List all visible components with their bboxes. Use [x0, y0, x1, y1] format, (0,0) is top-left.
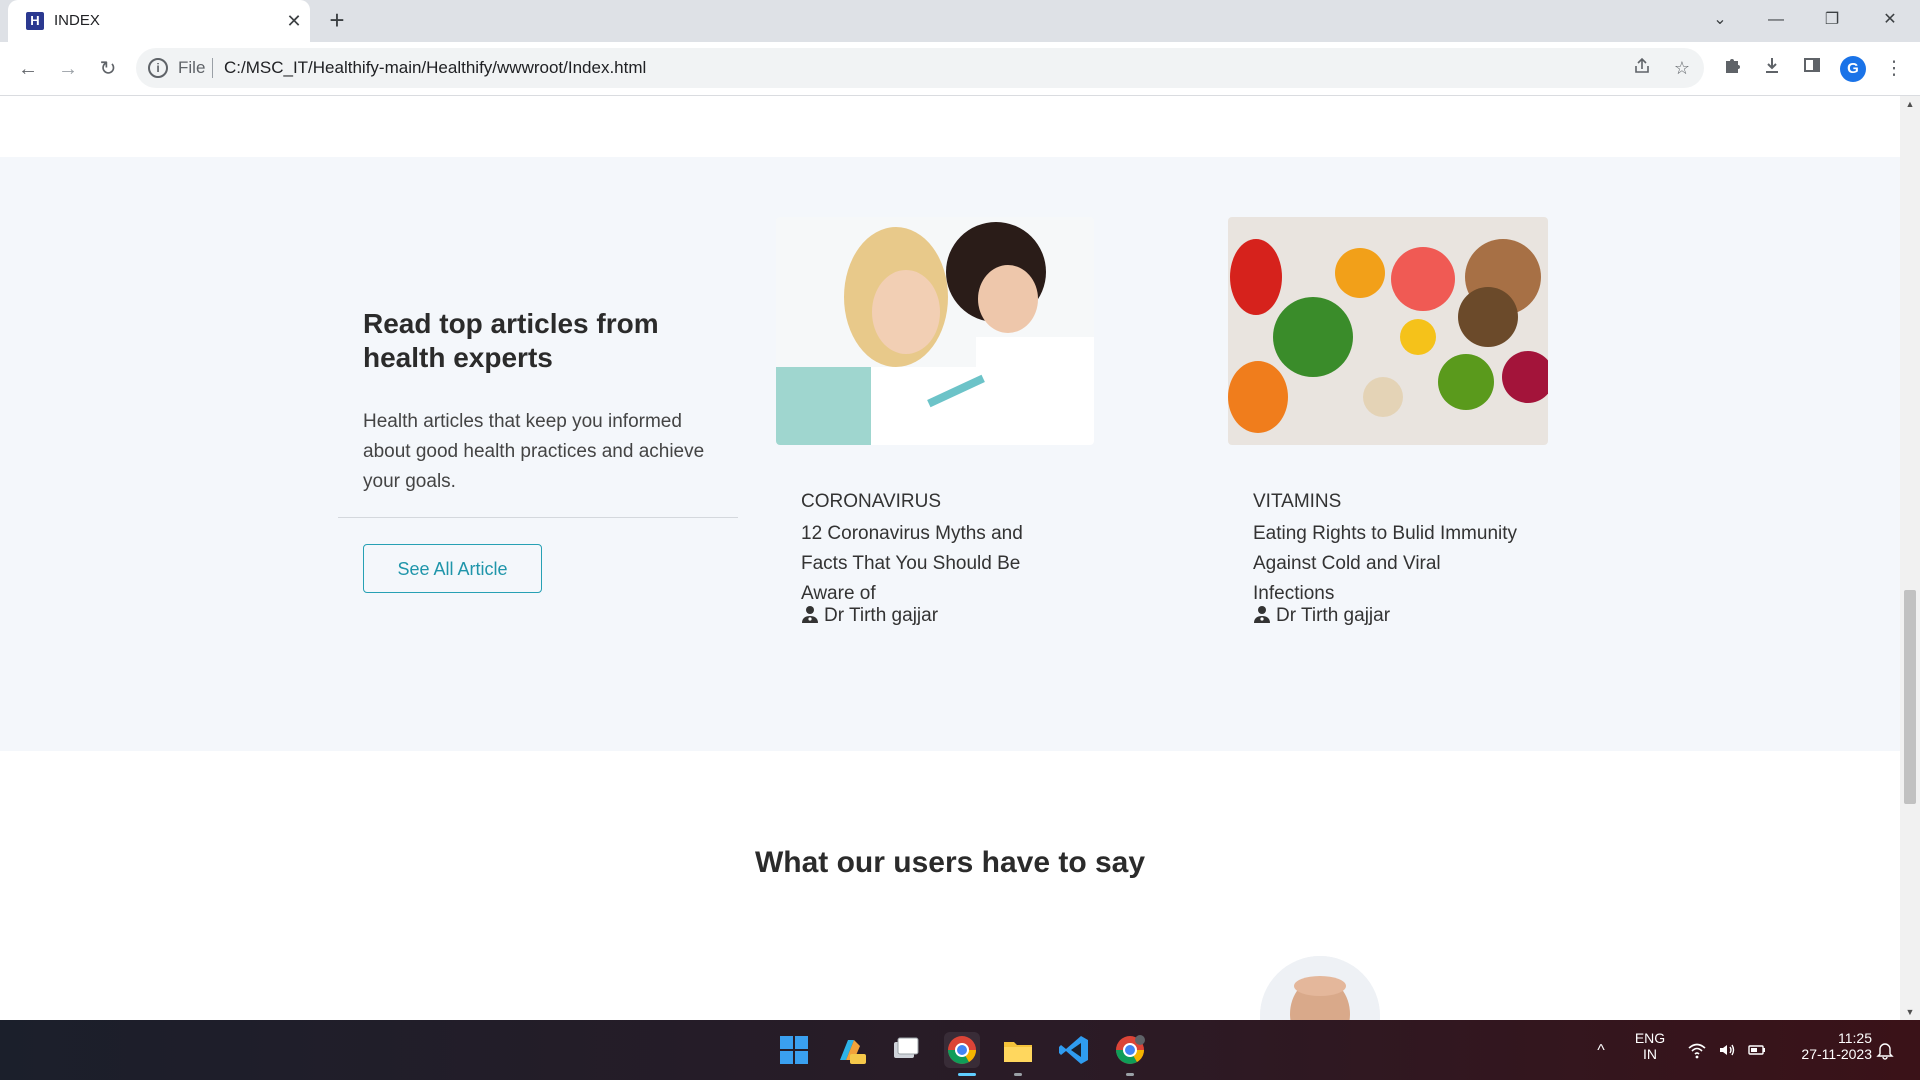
page-viewport: Read top articles from health experts He… [0, 96, 1900, 1020]
download-icon[interactable] [1758, 55, 1786, 83]
clock[interactable]: 11:25 27-11-2023 [1782, 1030, 1872, 1062]
browser-tab[interactable]: H INDEX ✕ [8, 0, 310, 42]
article-author: Dr Tirth gajjar [1253, 605, 1390, 627]
articles-heading: Read top articles from health experts [363, 308, 659, 373]
article-image-coronavirus[interactable] [776, 217, 1094, 445]
tab-close-icon[interactable]: ✕ [282, 9, 306, 33]
article-category: VITAMINS [1253, 491, 1342, 512]
reload-icon[interactable]: ↻ [94, 55, 122, 83]
site-favicon-icon: H [26, 12, 44, 30]
browser-tab-strip: H INDEX ✕ + ⌄ — ❐ ✕ [0, 0, 1920, 42]
article-category: CORONAVIRUS [801, 491, 942, 512]
language-code: ENG [1634, 1030, 1666, 1046]
task-view-icon[interactable] [888, 1032, 924, 1068]
minimize-button[interactable]: — [1756, 2, 1796, 38]
chrome-canary-icon[interactable] [1112, 1032, 1148, 1068]
battery-icon[interactable] [1746, 1040, 1768, 1062]
windows-taskbar: ^ ENG IN 11:25 27-11-2023 [0, 1020, 1920, 1080]
more-menu-icon[interactable]: ⋮ [1880, 55, 1908, 83]
article-author: Dr Tirth gajjar [801, 605, 938, 627]
windows-start-icon[interactable] [776, 1032, 812, 1068]
scroll-down-arrow-icon[interactable]: ▼ [1900, 1004, 1920, 1020]
testimonials-heading: What our users have to say [754, 846, 1146, 879]
active-app-indicator [958, 1073, 976, 1076]
wifi-icon[interactable] [1686, 1040, 1708, 1062]
divider [338, 517, 738, 518]
chrome-icon[interactable] [944, 1032, 980, 1068]
address-bar[interactable]: i File C:/MSC_IT/Healthify-main/Healthif… [136, 48, 1704, 88]
author-name: Dr Tirth gajjar [824, 605, 939, 626]
bookmark-star-icon[interactable]: ☆ [1670, 56, 1694, 80]
back-arrow-icon[interactable]: ← [14, 55, 42, 83]
extensions-puzzle-icon[interactable] [1718, 55, 1746, 83]
address-divider [212, 58, 213, 78]
profile-avatar[interactable]: G [1840, 56, 1866, 82]
running-app-indicator [1126, 1073, 1134, 1076]
forward-arrow-icon[interactable]: → [54, 55, 82, 83]
close-window-button[interactable]: ✕ [1870, 2, 1910, 38]
article-title-link[interactable]: Eating Rights to Bulid Immunity Against … [1253, 519, 1523, 609]
article-title-link[interactable]: 12 Coronavirus Myths and Facts That You … [801, 519, 1061, 609]
browser-toolbar: ← → ↻ i File C:/MSC_IT/Healthify-main/He… [0, 42, 1920, 96]
tab-search-chevron-icon[interactable]: ⌄ [1700, 2, 1740, 38]
author-name: Dr Tirth gajjar [1276, 605, 1391, 626]
article-image-vitamins[interactable] [1228, 217, 1548, 445]
restore-button[interactable]: ❐ [1812, 2, 1852, 38]
tab-title: INDEX [54, 12, 100, 29]
scheme-label: File [178, 58, 206, 77]
side-panel-icon[interactable] [1798, 55, 1826, 83]
show-hidden-icons-chevron-icon[interactable]: ^ [1590, 1040, 1612, 1062]
vscode-icon[interactable] [1056, 1032, 1092, 1068]
new-tab-button[interactable]: + [322, 6, 352, 36]
site-info-icon[interactable]: i [148, 58, 168, 78]
copilot-pre-icon[interactable] [832, 1032, 868, 1068]
page-scrollbar[interactable]: ▲ ▼ [1900, 96, 1920, 1020]
see-all-articles-button[interactable]: See All Article [363, 544, 542, 593]
clock-time: 11:25 [1838, 1030, 1872, 1046]
user-avatar-photo [1260, 956, 1380, 1020]
articles-description: Health articles that keep you informed a… [363, 411, 705, 492]
share-icon[interactable] [1630, 56, 1654, 80]
volume-icon[interactable] [1716, 1040, 1738, 1062]
doctor-user-icon [802, 606, 818, 623]
notification-bell-icon[interactable] [1874, 1040, 1896, 1062]
doctor-user-icon [1254, 606, 1270, 623]
articles-section: Read top articles from health experts He… [0, 157, 1900, 751]
scroll-up-arrow-icon[interactable]: ▲ [1900, 96, 1920, 112]
language-region: IN [1643, 1046, 1657, 1062]
language-indicator[interactable]: ENG IN [1628, 1030, 1672, 1062]
url-text[interactable]: C:/MSC_IT/Healthify-main/Healthify/wwwro… [224, 58, 646, 78]
clock-date: 27-11-2023 [1801, 1046, 1872, 1062]
scroll-thumb[interactable] [1904, 590, 1916, 804]
running-app-indicator [1014, 1073, 1022, 1076]
file-explorer-icon[interactable] [1000, 1032, 1036, 1068]
